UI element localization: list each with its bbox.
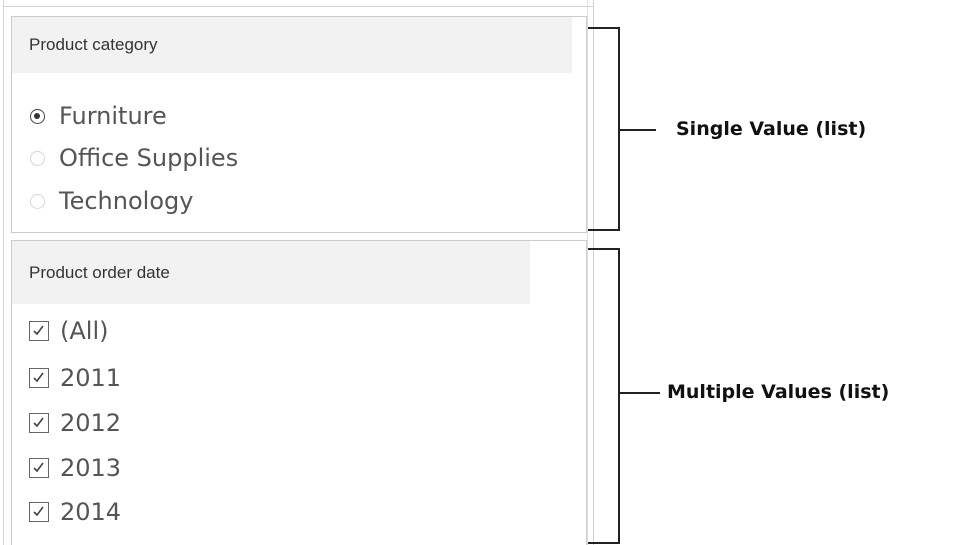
checkbox-option-label: 2013: [60, 454, 122, 482]
radio-option-label: Furniture: [59, 102, 167, 130]
radio-unselected-icon[interactable]: [30, 193, 45, 209]
checkbox-checked-icon[interactable]: [29, 321, 49, 341]
multiple-values-bracket: [588, 248, 620, 544]
checkbox-option-label: 2011: [60, 364, 122, 392]
checkbox-checked-icon[interactable]: [29, 413, 49, 433]
checkmark-icon: [33, 417, 44, 428]
checkmark-icon: [33, 462, 44, 473]
checkbox-option-label: (All): [60, 317, 109, 345]
multiple-values-annotation: Multiple Values (list): [667, 381, 890, 403]
radio-selected-icon[interactable]: [30, 108, 45, 124]
product-category-filter-card: Product category Furniture Office Suppli…: [11, 16, 587, 233]
single-value-bracket: [588, 27, 620, 231]
checkbox-option-2012[interactable]: 2012: [28, 408, 121, 438]
radio-option-furniture[interactable]: Furniture: [28, 101, 167, 131]
single-value-annotation: Single Value (list): [676, 118, 867, 140]
checkmark-icon: [33, 506, 44, 517]
product-order-date-filter-title: Product order date: [12, 241, 530, 304]
single-value-leader-line: [620, 129, 656, 131]
checkbox-option-label: 2014: [60, 498, 122, 526]
checkbox-option-all[interactable]: (All): [28, 316, 108, 346]
radio-option-label: Office Supplies: [59, 144, 239, 172]
multiple-values-leader-line: [620, 392, 660, 394]
product-order-date-filter-card: Product order date (All) 2011 2012 2013 …: [11, 240, 587, 545]
product-category-filter-title: Product category: [12, 17, 572, 73]
checkbox-option-2013[interactable]: 2013: [28, 453, 121, 483]
checkmark-icon: [33, 372, 44, 383]
radio-unselected-icon[interactable]: [30, 150, 45, 166]
checkbox-checked-icon[interactable]: [29, 458, 49, 478]
checkbox-checked-icon[interactable]: [29, 368, 49, 388]
radio-option-technology[interactable]: Technology: [28, 186, 193, 216]
checkbox-option-label: 2012: [60, 409, 122, 437]
checkbox-option-2014[interactable]: 2014: [28, 497, 121, 527]
checkbox-checked-icon[interactable]: [29, 502, 49, 522]
checkmark-icon: [33, 325, 44, 336]
radio-option-label: Technology: [59, 187, 194, 215]
radio-option-office-supplies[interactable]: Office Supplies: [28, 143, 238, 173]
checkbox-option-2011[interactable]: 2011: [28, 363, 121, 393]
